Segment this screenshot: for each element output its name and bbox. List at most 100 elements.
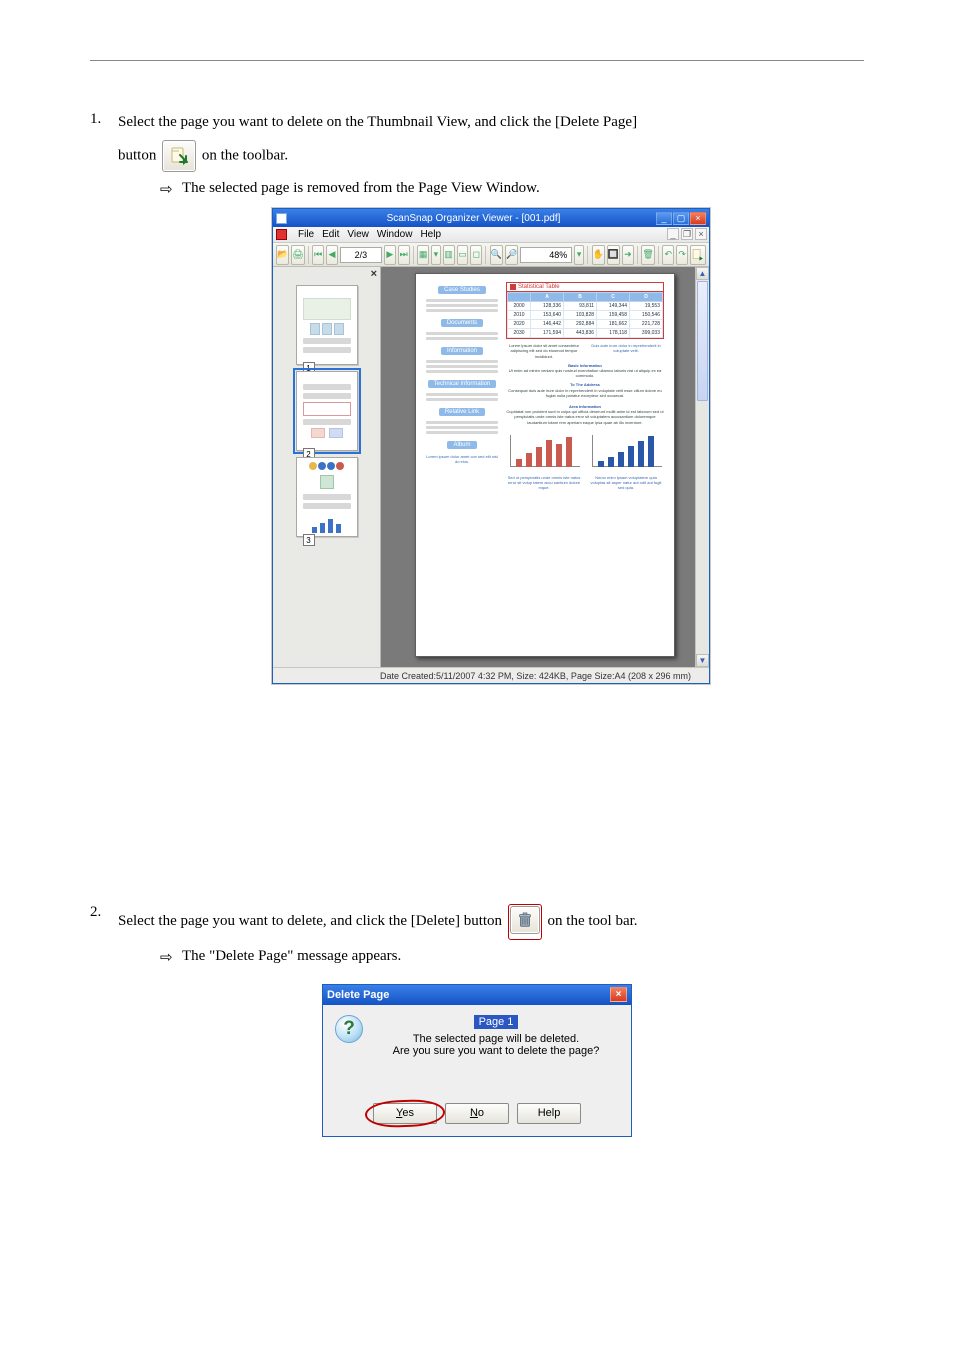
rotate-right-button[interactable]: ↷ xyxy=(676,245,688,265)
dialog-close-button[interactable]: × xyxy=(610,987,627,1002)
help-button[interactable]: Help xyxy=(517,1103,581,1124)
view-mode-button[interactable]: ▦ xyxy=(417,245,429,265)
no-button[interactable]: No xyxy=(445,1103,509,1124)
section-case-studies: Case Studies xyxy=(438,286,486,294)
zoom-menu[interactable]: ▾ xyxy=(574,245,584,265)
table-row: 2030171,594443,836178,118399,033 xyxy=(508,329,663,338)
app-window: ScanSnap Organizer Viewer - [001.pdf] _ … xyxy=(272,208,710,684)
section-documents: Documents xyxy=(441,319,483,327)
result-arrow-icon-2: ⇨ xyxy=(160,948,182,966)
doc-minimize[interactable]: _ xyxy=(667,228,679,240)
step1-text-c: on the toolbar. xyxy=(202,148,288,164)
section-information: Information xyxy=(441,347,483,355)
minimize-button[interactable]: _ xyxy=(656,212,672,225)
page-field[interactable]: 2/3 xyxy=(340,247,382,263)
table-row: 2010153,640103,828159,458150,546 xyxy=(508,311,663,320)
scroll-down-arrow[interactable]: ▼ xyxy=(696,654,709,667)
step1-text-a: Select the page you want to delete on th… xyxy=(118,114,637,130)
thumbnail-1[interactable]: 1 xyxy=(296,285,358,365)
menu-view[interactable]: View xyxy=(347,229,369,240)
mini-bar-chart-blue xyxy=(588,433,664,473)
export-button[interactable]: ➜ xyxy=(622,245,634,265)
step1-text: Select the page you want to delete on th… xyxy=(118,111,864,134)
last-page-button[interactable]: ⏭ xyxy=(398,245,410,265)
section-album: Album xyxy=(447,441,476,449)
question-icon: ? xyxy=(335,1015,363,1043)
hand-tool-button[interactable]: ✋ xyxy=(592,245,605,265)
dialog-line2: Are you sure you want to delete the page… xyxy=(393,1045,600,1057)
vertical-scrollbar[interactable]: ▲ ▼ xyxy=(695,267,709,667)
prev-page-button[interactable]: ◀ xyxy=(326,245,338,265)
first-page-button[interactable]: ⏮ xyxy=(312,245,324,265)
fit-page-button[interactable]: ▭ xyxy=(457,245,469,265)
step2-text-b: on the tool bar. xyxy=(548,913,638,929)
header-rule xyxy=(90,60,864,61)
step2-result: The "Delete Page" message appears. xyxy=(182,948,401,966)
doc-icon xyxy=(276,229,287,240)
zoom-field[interactable]: 48% xyxy=(520,247,572,263)
section-technical: Technical Information xyxy=(428,380,497,388)
scroll-up-arrow[interactable]: ▲ xyxy=(696,267,709,280)
stat-table-title: Statistical Table xyxy=(507,283,663,292)
step2-number: 2. xyxy=(90,904,118,921)
trash-button[interactable]: 🗑 xyxy=(641,245,654,265)
result-arrow-icon: ⇨ xyxy=(160,180,182,198)
mini-bar-chart-red xyxy=(506,433,582,473)
scroll-thumb[interactable] xyxy=(697,281,708,401)
zoom-in-button[interactable]: 🔍 xyxy=(490,245,503,265)
actual-size-button[interactable]: ◻ xyxy=(470,245,482,265)
status-text: Date Created:5/11/2007 4:32 PM, Size: 42… xyxy=(380,671,691,681)
menu-file[interactable]: File xyxy=(298,229,314,240)
delete-page-toolbar-button[interactable] xyxy=(690,245,706,265)
step1-text-b: button xyxy=(118,148,156,164)
thumbnail-pane-close[interactable]: × xyxy=(371,268,377,280)
document-page: Case Studies Documents Information Techn… xyxy=(415,273,675,657)
delete-page-dialog: Delete Page × ? Page 1 The selected page… xyxy=(322,984,632,1137)
th-c: C xyxy=(597,293,630,302)
yes-button[interactable]: Yes xyxy=(373,1103,437,1124)
menu-help[interactable]: Help xyxy=(420,229,441,240)
step1-result: The selected page is removed from the Pa… xyxy=(182,180,540,198)
menu-window[interactable]: Window xyxy=(377,229,413,240)
step1-number: 1. xyxy=(90,111,118,128)
close-button[interactable]: × xyxy=(690,212,706,225)
thumbnail-2[interactable]: 2 xyxy=(296,371,358,451)
content-pane: Case Studies Documents Information Techn… xyxy=(381,267,709,667)
select-tool-button[interactable]: 🔲 xyxy=(607,245,620,265)
app-icon xyxy=(276,213,287,224)
section-relative-link: Relative Link xyxy=(439,408,485,416)
th-0 xyxy=(508,293,531,302)
table-row: 2000128,33693,811149,34419,553 xyxy=(508,302,663,311)
step2-text: Select the page you want to delete, and … xyxy=(118,904,864,939)
open-button[interactable]: 📂 xyxy=(276,245,289,265)
title-bar: ScanSnap Organizer Viewer - [001.pdf] _ … xyxy=(273,209,709,227)
doc-close[interactable]: × xyxy=(695,228,707,240)
delete-page-icon xyxy=(162,140,196,172)
table-row: 2020146,442292,884181,662221,728 xyxy=(508,320,663,329)
th-b: B xyxy=(564,293,597,302)
status-bar: Date Created:5/11/2007 4:32 PM, Size: 42… xyxy=(273,667,709,683)
menu-edit[interactable]: Edit xyxy=(322,229,339,240)
trash-icon-highlight xyxy=(508,904,542,939)
zoom-out-button[interactable]: 🔎 xyxy=(505,245,518,265)
dialog-page-label: Page 1 xyxy=(474,1015,519,1029)
th-a: A xyxy=(531,293,564,302)
th-d: D xyxy=(630,293,663,302)
dialog-title-bar: Delete Page × xyxy=(323,985,631,1005)
rotate-left-button[interactable]: ↶ xyxy=(662,245,674,265)
step2-text-a: Select the page you want to delete, and … xyxy=(118,913,502,929)
toolbar: 📂 🖨 ⏮ ◀ 2/3 ▶ ⏭ ▦ ▾ ▥ ▭ ◻ 🔍 🔎 48% ▾ xyxy=(273,243,709,267)
print-button[interactable]: 🖨 xyxy=(291,245,304,265)
fit-width-button[interactable]: ▥ xyxy=(443,245,455,265)
stat-table: Statistical Table A B C D xyxy=(506,282,664,339)
menu-bar: File Edit View Window Help _ ❐ × xyxy=(273,227,709,243)
doc-restore[interactable]: ❐ xyxy=(681,228,693,240)
thumbnail-3[interactable]: 3 xyxy=(296,457,358,537)
next-page-button[interactable]: ▶ xyxy=(384,245,396,265)
step1-text-line2: button on the toolbar. xyxy=(118,140,864,172)
thumbnail-pane: × 1 xyxy=(273,267,381,667)
view-mode-menu[interactable]: ▾ xyxy=(431,245,441,265)
window-title: ScanSnap Organizer Viewer - [001.pdf] xyxy=(291,213,656,224)
dialog-title: Delete Page xyxy=(327,989,389,1001)
maximize-button[interactable]: ▢ xyxy=(673,212,689,225)
